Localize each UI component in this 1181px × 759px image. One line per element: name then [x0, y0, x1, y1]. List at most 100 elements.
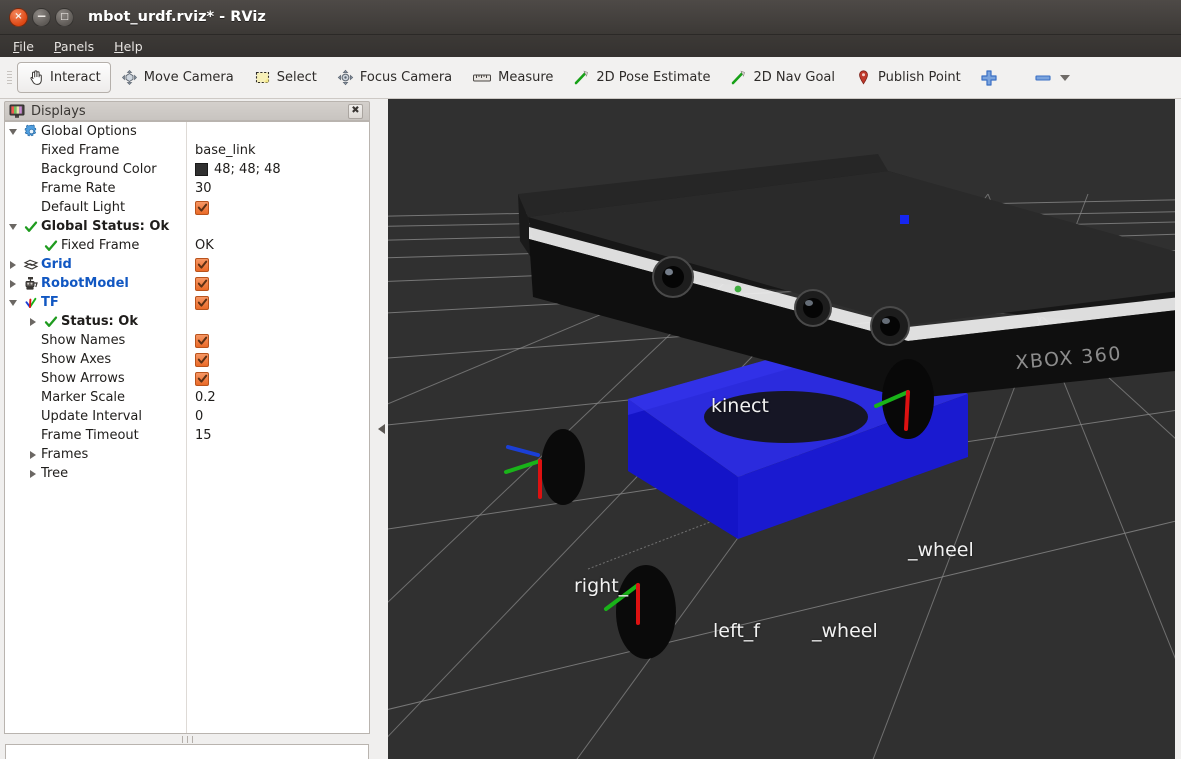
tool-publish-point[interactable]: Publish Point: [845, 62, 971, 93]
color-value-text: 48; 48; 48: [214, 162, 281, 177]
tree-row-label: Frames: [41, 447, 89, 462]
tree-row[interactable]: Tree: [5, 464, 369, 483]
viewport-scene: XBOX 360: [388, 99, 1175, 759]
tree-row[interactable]: Show Axes: [5, 350, 369, 369]
tool-interact[interactable]: Interact: [17, 62, 111, 93]
tree-row-value[interactable]: base_link: [195, 143, 255, 158]
window-controls: × − □: [9, 7, 74, 27]
tree-row-value[interactable]: 0: [195, 409, 203, 424]
tree-row[interactable]: Fixed Frame OK: [5, 236, 369, 255]
tree-row-value[interactable]: 15: [195, 428, 212, 443]
checkbox[interactable]: [195, 295, 209, 310]
tree-row-label: Global Options: [41, 124, 137, 139]
window-minimize-button[interactable]: −: [32, 7, 51, 27]
chevron-right-icon[interactable]: [5, 260, 21, 269]
chevron-down-icon[interactable]: [5, 223, 21, 230]
collapse-left-icon: [377, 424, 385, 434]
tree-row-value[interactable]: [195, 200, 209, 215]
toolbar-overflow-button[interactable]: [1057, 64, 1073, 92]
tree-row[interactable]: Status: Ok: [5, 312, 369, 331]
tree-row-value[interactable]: 48; 48; 48: [195, 162, 281, 177]
chevron-down-icon: [1059, 73, 1071, 82]
window-close-button[interactable]: ×: [9, 7, 28, 27]
tool-2d-nav-goal[interactable]: 2D Nav Goal: [720, 62, 845, 93]
ruler-icon: [472, 69, 492, 86]
window-maximize-button[interactable]: □: [55, 7, 74, 27]
tool-select-label: Select: [276, 70, 317, 85]
color-swatch[interactable]: [195, 163, 208, 176]
tree-row[interactable]: Update Interval 0: [5, 407, 369, 426]
toolbar-grip[interactable]: [5, 67, 13, 88]
tree-row[interactable]: Show Arrows: [5, 369, 369, 388]
chevron-right-icon[interactable]: [25, 317, 41, 326]
tree-row[interactable]: Global Options: [5, 122, 369, 141]
menu-panels[interactable]: Panels: [54, 39, 94, 54]
tree-value-text: base_link: [195, 143, 256, 158]
map-pin-icon: [855, 69, 872, 86]
checkbox[interactable]: [195, 257, 209, 272]
checkbox[interactable]: [195, 276, 209, 291]
close-icon: ×: [14, 11, 23, 22]
tree-row[interactable]: Frame Timeout 15: [5, 426, 369, 445]
toolbar: Interact Move Camera Select Focus Camera…: [0, 57, 1181, 99]
viewport-right-edge: [1175, 99, 1181, 759]
tree-row[interactable]: Show Names: [5, 331, 369, 350]
tree-row[interactable]: TF: [5, 293, 369, 312]
close-icon[interactable]: ✖: [348, 103, 363, 119]
tree-row[interactable]: Background Color 48; 48; 48: [5, 160, 369, 179]
add-tool-button[interactable]: [975, 64, 1003, 92]
menu-file-rest: ile: [19, 38, 34, 54]
green-arrow-icon: [730, 69, 747, 86]
tree-row[interactable]: Grid: [5, 255, 369, 274]
chevron-down-icon[interactable]: [5, 128, 21, 135]
checkbox[interactable]: [195, 333, 209, 348]
menu-file[interactable]: File: [13, 39, 34, 54]
displays-tree[interactable]: Global Options Fixed Frame base_link Backgr…: [4, 121, 370, 734]
checkbox[interactable]: [195, 371, 209, 386]
tool-select[interactable]: Select: [244, 62, 327, 93]
menu-help[interactable]: Help: [114, 39, 143, 54]
tree-row[interactable]: Marker Scale 0.2: [5, 388, 369, 407]
dock-collapse-handle[interactable]: [374, 99, 388, 759]
tree-row-value[interactable]: [195, 276, 209, 291]
tool-2d-pose-estimate[interactable]: 2D Pose Estimate: [563, 62, 720, 93]
tree-row-value[interactable]: [195, 371, 209, 386]
tree-row[interactable]: Default Light: [5, 198, 369, 217]
tree-row-value[interactable]: [195, 257, 209, 272]
display-description-box: [5, 744, 369, 759]
tree-row-value[interactable]: [195, 333, 209, 348]
chevron-down-icon[interactable]: [5, 299, 21, 306]
chevron-right-icon[interactable]: [25, 450, 41, 459]
tf-label-left-front-wheel-suffix: _wheel: [812, 620, 878, 642]
render-viewport-3d[interactable]: XBOX 360 kinect _wheel right_ left_f _wh…: [388, 99, 1175, 759]
tree-row[interactable]: Global Status: Ok: [5, 217, 369, 236]
panel-splitter[interactable]: [4, 735, 370, 744]
chevron-right-icon[interactable]: [5, 279, 21, 288]
chevron-right-icon[interactable]: [25, 469, 41, 478]
tree-row[interactable]: Frame Rate 30: [5, 179, 369, 198]
checkbox[interactable]: [195, 352, 209, 367]
tree-row-value[interactable]: OK: [195, 238, 214, 253]
remove-tool-button[interactable]: [1029, 64, 1057, 92]
displays-monitor-icon: [9, 104, 25, 119]
tree-row-label: Tree: [41, 466, 69, 481]
tree-row-value[interactable]: 30: [195, 181, 212, 196]
tree-row[interactable]: Frames: [5, 445, 369, 464]
check-icon: [41, 315, 61, 329]
tool-focus-camera[interactable]: Focus Camera: [327, 62, 462, 93]
window-title: mbot_urdf.rviz* - RViz: [88, 9, 266, 25]
tree-row[interactable]: Fixed Frame base_link: [5, 141, 369, 160]
tree-row[interactable]: RobotModel: [5, 274, 369, 293]
tool-measure[interactable]: Measure: [462, 62, 563, 93]
menu-panels-mnemonic: P: [53, 38, 61, 54]
tree-row-value[interactable]: [195, 352, 209, 367]
hand-cursor-icon: [27, 69, 44, 86]
tree-value-text: 30: [195, 181, 212, 196]
tree-row-value[interactable]: 0.2: [195, 390, 216, 405]
menu-help-mnemonic: H: [114, 38, 124, 54]
title-bar: × − □ mbot_urdf.rviz* - RViz: [0, 0, 1181, 35]
tool-move-camera[interactable]: Move Camera: [111, 62, 244, 93]
minimize-icon: −: [36, 8, 47, 23]
checkbox[interactable]: [195, 200, 209, 215]
tree-row-value[interactable]: [195, 295, 209, 310]
